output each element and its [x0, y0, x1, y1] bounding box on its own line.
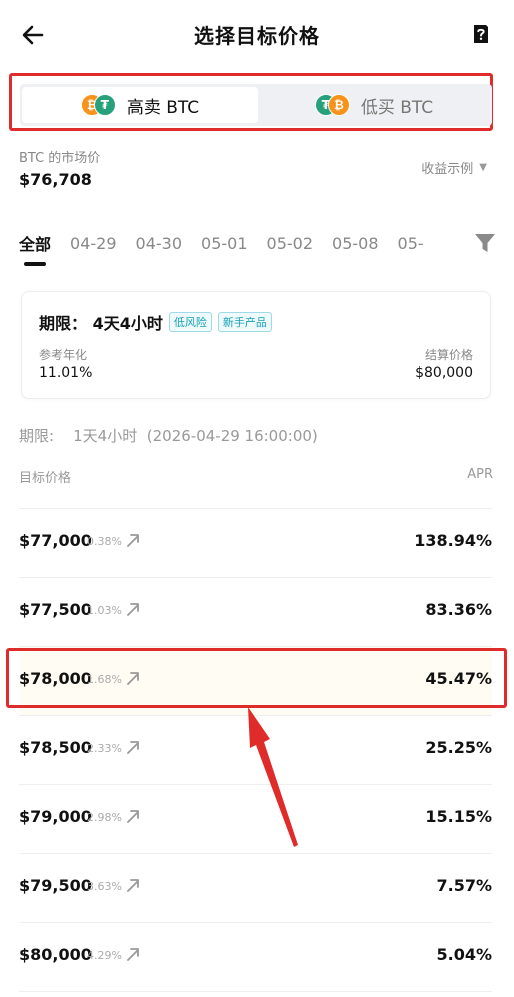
price-change-pct: 4.29%	[87, 949, 122, 962]
tab-date[interactable]: 05-02	[267, 234, 314, 253]
usdt-coin-icon: ₮	[93, 94, 116, 116]
card-period: 期限： 4天4小时 低风险 新手产品	[39, 310, 272, 334]
price-change-pct: 3.63%	[87, 880, 122, 893]
market-price-label: BTC 的市场价	[19, 151, 101, 166]
page-title: 选择目标价格	[194, 24, 320, 48]
help-icon[interactable]	[472, 24, 490, 44]
active-tab-indicator	[24, 262, 46, 266]
caret-down-icon: ▼	[479, 162, 487, 173]
product-card[interactable]: 期限： 4天4小时 低风险 新手产品 参考年化 11.01% 结算价格 $80,…	[21, 291, 491, 399]
price-row[interactable]: $77,000 0.38% 138.94%	[19, 509, 492, 578]
price-change-pct: 0.38%	[87, 535, 122, 548]
tab-all[interactable]: 全部	[19, 231, 51, 255]
arrow-up-right-icon	[127, 741, 139, 754]
tab-date[interactable]: 04-29	[70, 234, 117, 253]
target-price: $79,500	[19, 876, 92, 895]
tag-low-risk: 低风险	[168, 312, 212, 332]
arrow-up-right-icon	[127, 534, 139, 547]
price-row[interactable]: $79,500 3.63% 7.57%	[19, 854, 492, 923]
apr-value: 83.36%	[425, 600, 492, 619]
date-tabs: 全部 04-29 04-30 05-01 05-02 05-08 05-	[19, 231, 443, 255]
settle-price-label: 结算价格	[424, 348, 473, 362]
price-change-pct: 1.03%	[87, 604, 122, 617]
annual-rate-value: 11.01%	[39, 365, 93, 381]
tab-sell-label: 高卖 BTC	[126, 97, 200, 118]
target-price: $77,500	[19, 600, 92, 619]
target-price: $77,000	[19, 531, 92, 550]
earnings-example-button[interactable]: 收益示例 ▼	[421, 158, 487, 177]
annotation-arrow-icon	[248, 707, 298, 847]
settle-price-value: $80,000	[415, 365, 473, 381]
tab-date[interactable]: 04-30	[136, 234, 183, 253]
arrow-up-right-icon	[127, 810, 139, 823]
apr-value: 5.04%	[436, 945, 492, 964]
target-price: $78,500	[19, 738, 92, 757]
target-price: $79,000	[19, 807, 92, 826]
annual-rate-label: 参考年化	[39, 348, 88, 362]
target-price-header: 目标价格	[19, 471, 72, 486]
apr-header: APR	[467, 467, 493, 482]
list-period: 期限: 1天4小时 (2026-04-29 16:00:00)	[19, 427, 318, 445]
price-row[interactable]: $80,000 4.29% 5.04%	[19, 923, 492, 992]
price-change-pct: 2.98%	[87, 811, 122, 824]
apr-value: 45.47%	[425, 669, 492, 688]
apr-value: 138.94%	[414, 531, 492, 550]
tab-buy-low-btc[interactable]: ₮ ₿ 低买 BTC	[258, 87, 490, 123]
price-change-pct: 1.68%	[87, 673, 122, 686]
price-row[interactable]: $77,500 1.03% 83.36%	[19, 578, 492, 647]
header-bar: 选择目标价格	[0, 0, 514, 70]
tabs-fade-overlay	[420, 226, 480, 260]
tab-sell-high-btc[interactable]: ₿ ₮ 高卖 BTC	[22, 87, 258, 123]
target-price: $80,000	[19, 945, 92, 964]
arrow-up-right-icon	[127, 948, 139, 961]
tag-beginner: 新手产品	[217, 312, 272, 332]
market-price-value: $76,708	[19, 170, 92, 189]
tab-buy-label: 低买 BTC	[360, 97, 434, 118]
tab-date[interactable]: 05-01	[201, 234, 248, 253]
arrow-up-right-icon	[127, 879, 139, 892]
filter-icon[interactable]	[474, 233, 496, 253]
coin-pair-icon: ₮ ₿	[314, 94, 351, 116]
apr-value: 25.25%	[425, 738, 492, 757]
earnings-example-label: 收益示例	[421, 162, 474, 177]
apr-value: 15.15%	[425, 807, 492, 826]
target-price: $78,000	[19, 669, 92, 688]
btc-coin-icon: ₿	[327, 94, 350, 116]
price-change-pct: 2.33%	[87, 742, 122, 755]
tab-date[interactable]: 05-08	[332, 234, 379, 253]
arrow-up-right-icon	[127, 603, 139, 616]
arrow-up-right-icon	[127, 672, 139, 685]
coin-pair-icon: ₿ ₮	[80, 94, 117, 116]
apr-value: 7.57%	[436, 876, 492, 895]
card-period-text: 期限： 4天4小时	[39, 314, 163, 333]
